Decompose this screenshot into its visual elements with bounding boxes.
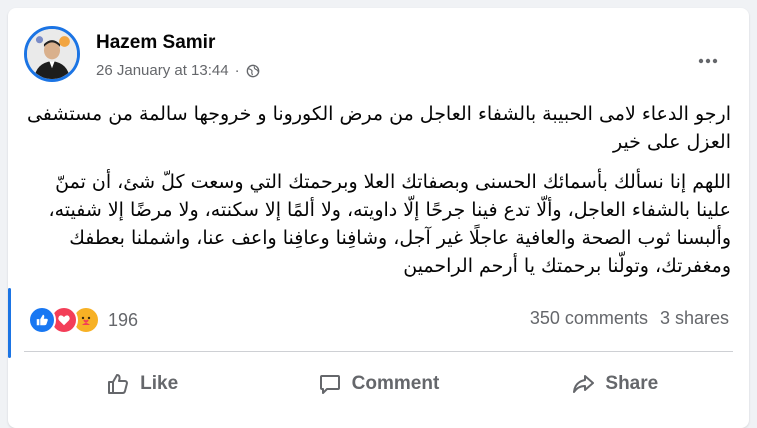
share-button[interactable]: Share bbox=[497, 360, 733, 408]
author-name[interactable]: Hazem Samir bbox=[96, 32, 215, 54]
reaction-count[interactable]: 196 bbox=[108, 310, 138, 331]
post-stats: 196 350 comments 3 shares bbox=[24, 306, 733, 334]
share-label: Share bbox=[605, 373, 659, 394]
reactions-summary[interactable]: 196 bbox=[28, 306, 138, 334]
post-card: Hazem Samir 26 January at 13:44 · ارجو ا… bbox=[8, 8, 749, 428]
post-body: ارجو الدعاء لامى الحبيبة بالشفاء العاجل … bbox=[26, 100, 731, 292]
engagement-counts: 350 comments 3 shares bbox=[530, 308, 729, 329]
avatar-image bbox=[27, 29, 77, 79]
comment-button[interactable]: Comment bbox=[260, 360, 496, 408]
meta-separator: · bbox=[234, 62, 240, 79]
comment-label: Comment bbox=[351, 373, 440, 394]
post-paragraph: اللهم إنا نسألك بأسمائك الحسنى وبصفاتك ا… bbox=[48, 171, 731, 277]
divider bbox=[24, 351, 733, 352]
action-bar: Like Comment Share bbox=[24, 360, 733, 408]
avatar[interactable] bbox=[24, 26, 80, 82]
post-header: Hazem Samir 26 January at 13:44 · bbox=[24, 26, 733, 86]
focus-indicator bbox=[8, 288, 11, 358]
shares-count[interactable]: 3 shares bbox=[660, 308, 729, 329]
like-label: Like bbox=[140, 373, 179, 394]
post-timestamp[interactable]: 26 January at 13:44 bbox=[96, 62, 229, 79]
globe-icon[interactable] bbox=[246, 64, 260, 78]
thumbs-up-icon bbox=[108, 374, 129, 394]
ellipsis-icon bbox=[698, 58, 718, 64]
more-options-button[interactable] bbox=[691, 44, 725, 78]
like-reaction-icon bbox=[28, 306, 56, 334]
comments-count[interactable]: 350 comments bbox=[530, 308, 648, 329]
like-button[interactable]: Like bbox=[24, 360, 260, 408]
post-meta: 26 January at 13:44 · bbox=[96, 62, 260, 79]
share-icon bbox=[573, 375, 595, 393]
post-paragraph: ارجو الدعاء لامى الحبيبة بالشفاء العاجل … bbox=[26, 103, 731, 153]
comment-icon bbox=[319, 375, 340, 394]
